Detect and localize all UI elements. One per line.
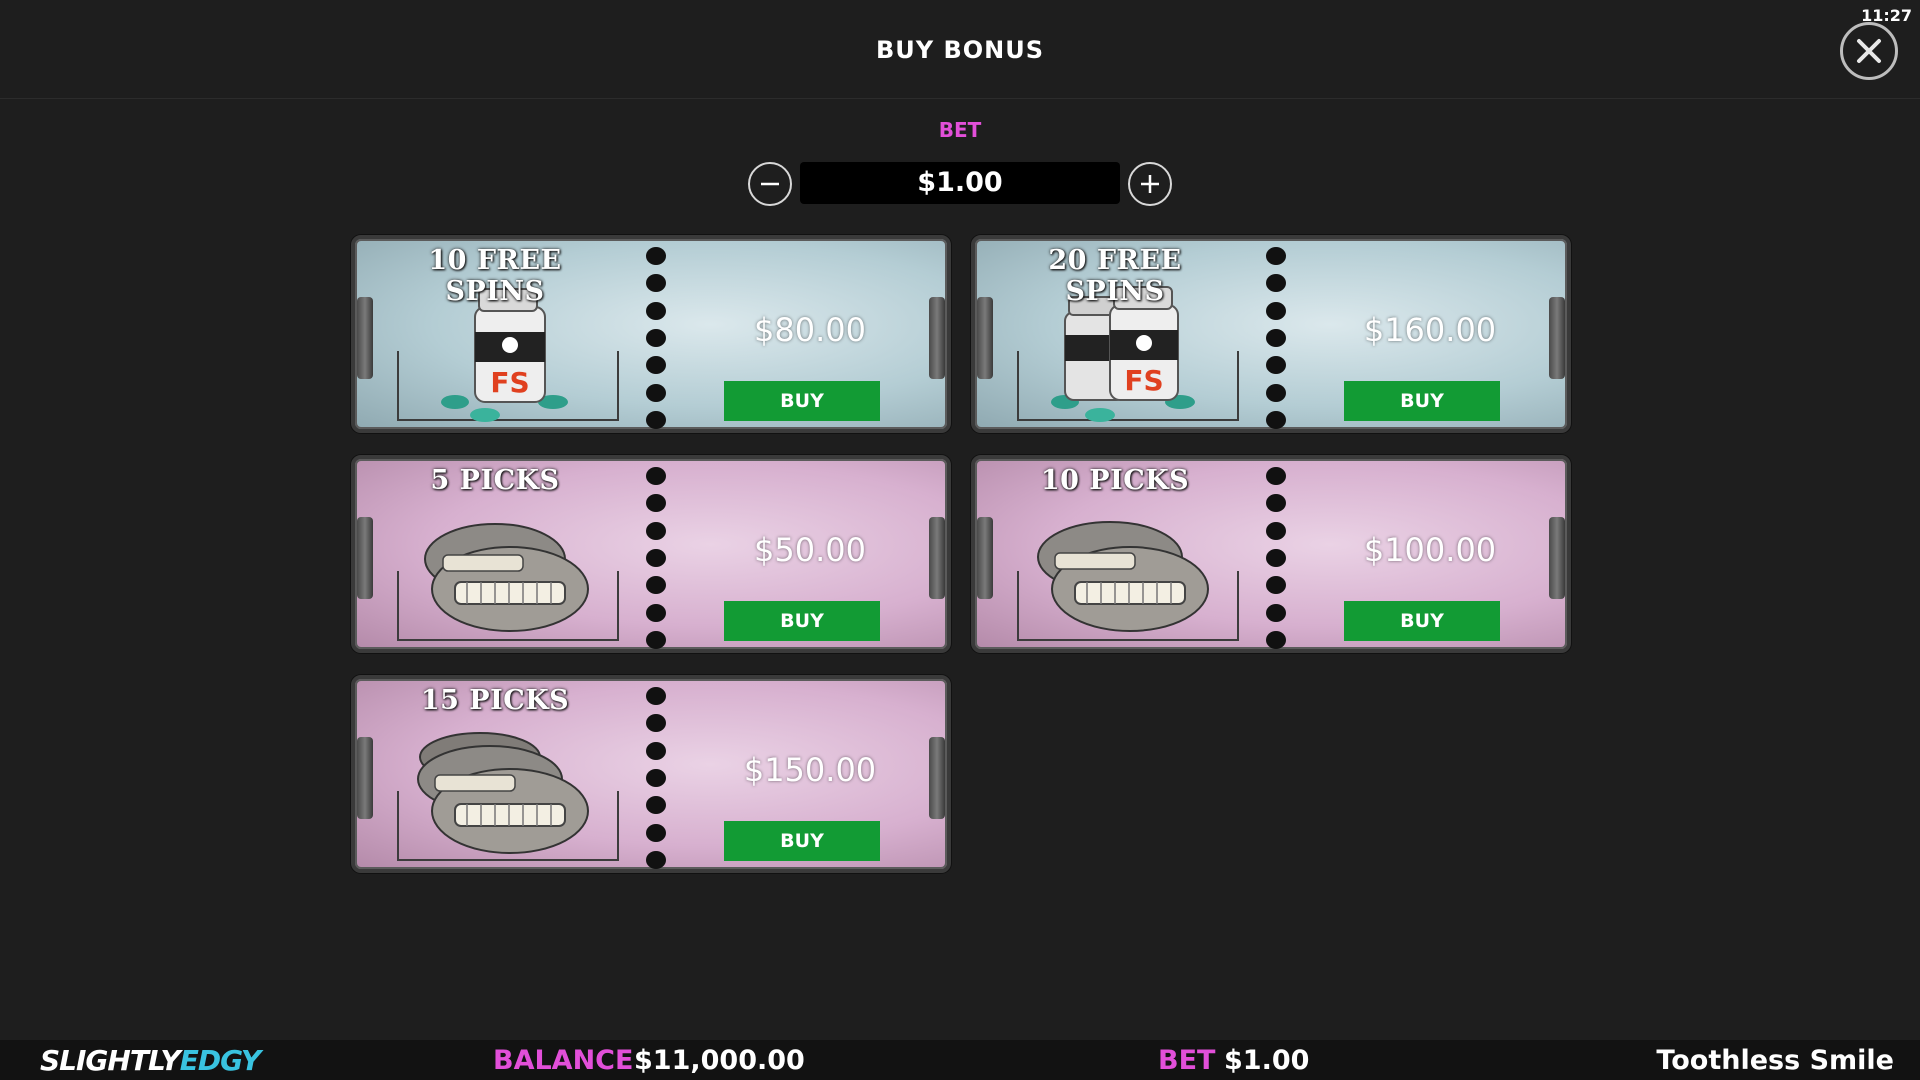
perf-hole — [646, 301, 666, 320]
logo-text-2: EDGY — [179, 1044, 261, 1077]
perf-hole — [1266, 410, 1286, 429]
card-title: 10 PICKS — [1040, 465, 1190, 496]
decrease-bet-button[interactable] — [748, 162, 792, 206]
perf-hole — [1266, 576, 1286, 595]
perf-hole — [646, 521, 666, 540]
perf-hole — [646, 796, 666, 815]
perf-hole — [646, 274, 666, 293]
frame-line — [617, 351, 619, 421]
hinge-left — [977, 297, 993, 379]
svg-text:FS: FS — [490, 366, 529, 399]
hinge-left — [357, 517, 373, 599]
footer-bet-label: BET — [1158, 1045, 1216, 1076]
bonus-card-10-picks: 10 PICKS $100.00 BUY — [971, 455, 1571, 653]
dentures-icon — [424, 523, 589, 632]
bet-label: BET — [938, 118, 982, 142]
card-price: $150.00 — [743, 751, 877, 789]
plus-icon — [1141, 175, 1159, 193]
logo-text-1: SLIGHTLY — [40, 1044, 181, 1077]
card-price: $80.00 — [754, 311, 866, 349]
ticket-perforation — [645, 687, 667, 869]
perf-hole — [646, 410, 666, 429]
game-name: Toothless Smile — [1656, 1045, 1894, 1076]
frame-line — [1237, 571, 1239, 641]
perf-hole — [646, 247, 666, 265]
perf-hole — [646, 576, 666, 595]
perf-hole — [1266, 247, 1286, 265]
card-title: 5 PICKS — [430, 465, 560, 496]
perf-hole — [646, 548, 666, 567]
buy-button[interactable]: BUY — [724, 821, 880, 861]
perf-hole — [1266, 603, 1286, 622]
perf-hole — [646, 768, 666, 787]
buy-button[interactable]: BUY — [1344, 381, 1500, 421]
perf-hole — [646, 328, 666, 347]
close-icon — [1857, 39, 1881, 63]
perf-hole — [646, 467, 666, 485]
footer-bet-value: $1.00 — [1224, 1045, 1310, 1076]
bottom-bar: SLIGHTLYEDGY BALANCE $11,000.00 BET $1.0… — [0, 1040, 1920, 1080]
card-price: $160.00 — [1363, 311, 1497, 349]
dentures-stack-icon — [417, 732, 589, 854]
bonus-card-5-picks: 5 PICKS $50.00 BUY — [351, 455, 951, 653]
ticket-perforation — [645, 247, 667, 429]
perf-hole — [646, 741, 666, 760]
ticket-perforation — [1265, 247, 1287, 429]
hinge-left — [357, 737, 373, 819]
bonus-card-20-free-spins: FS 20 FREE SPINS $160.00 BUY — [971, 235, 1571, 433]
buy-button[interactable]: BUY — [1344, 601, 1500, 641]
balance-value: $11,000.00 — [634, 1045, 805, 1076]
hinge-left — [357, 297, 373, 379]
buy-button[interactable]: BUY — [724, 381, 880, 421]
perf-hole — [1266, 494, 1286, 513]
increase-bet-button[interactable] — [1128, 162, 1172, 206]
frame-line — [1237, 351, 1239, 421]
perf-hole — [1266, 630, 1286, 649]
perf-hole — [646, 687, 666, 705]
perf-hole — [1266, 328, 1286, 347]
perf-hole — [1266, 521, 1286, 540]
perf-hole — [646, 356, 666, 375]
card-price: $100.00 — [1363, 531, 1497, 569]
svg-text:FS: FS — [1124, 364, 1163, 397]
bet-selector: $1.00 — [748, 160, 1172, 206]
balance-label: BALANCE — [493, 1045, 634, 1076]
bonus-card-10-free-spins: FS 10 FREE SPINS $80.00 BUY — [351, 235, 951, 433]
card-title: 20 FREE SPINS — [1048, 245, 1182, 307]
perf-hole — [646, 603, 666, 622]
perf-hole — [646, 630, 666, 649]
minus-icon — [761, 182, 779, 186]
perf-hole — [646, 714, 666, 733]
perf-hole — [1266, 301, 1286, 320]
perf-hole — [646, 494, 666, 513]
perf-hole — [1266, 356, 1286, 375]
ticket-perforation — [1265, 467, 1287, 649]
frame-line — [617, 571, 619, 641]
close-button[interactable] — [1840, 22, 1898, 80]
frame-line — [617, 791, 619, 861]
card-price: $50.00 — [754, 531, 866, 569]
ticket-perforation — [645, 467, 667, 649]
perf-hole — [646, 383, 666, 402]
dentures-icon — [1037, 521, 1209, 632]
perf-hole — [1266, 383, 1286, 402]
buy-button[interactable]: BUY — [724, 601, 880, 641]
bet-value: $1.00 — [800, 162, 1120, 204]
perf-hole — [646, 823, 666, 842]
brand-logo: SLIGHTLYEDGY — [40, 1044, 261, 1077]
card-title: 15 PICKS — [420, 685, 570, 716]
perf-hole — [1266, 274, 1286, 293]
perf-hole — [1266, 548, 1286, 567]
hinge-left — [977, 517, 993, 599]
bonus-card-15-picks: 15 PICKS $150.00 BUY — [351, 675, 951, 873]
perf-hole — [646, 850, 666, 869]
page-title: BUY BONUS — [875, 36, 1045, 64]
card-title: 10 FREE SPINS — [428, 245, 562, 307]
top-bar: BUY BONUS 11:27 — [0, 0, 1920, 99]
perf-hole — [1266, 467, 1286, 485]
